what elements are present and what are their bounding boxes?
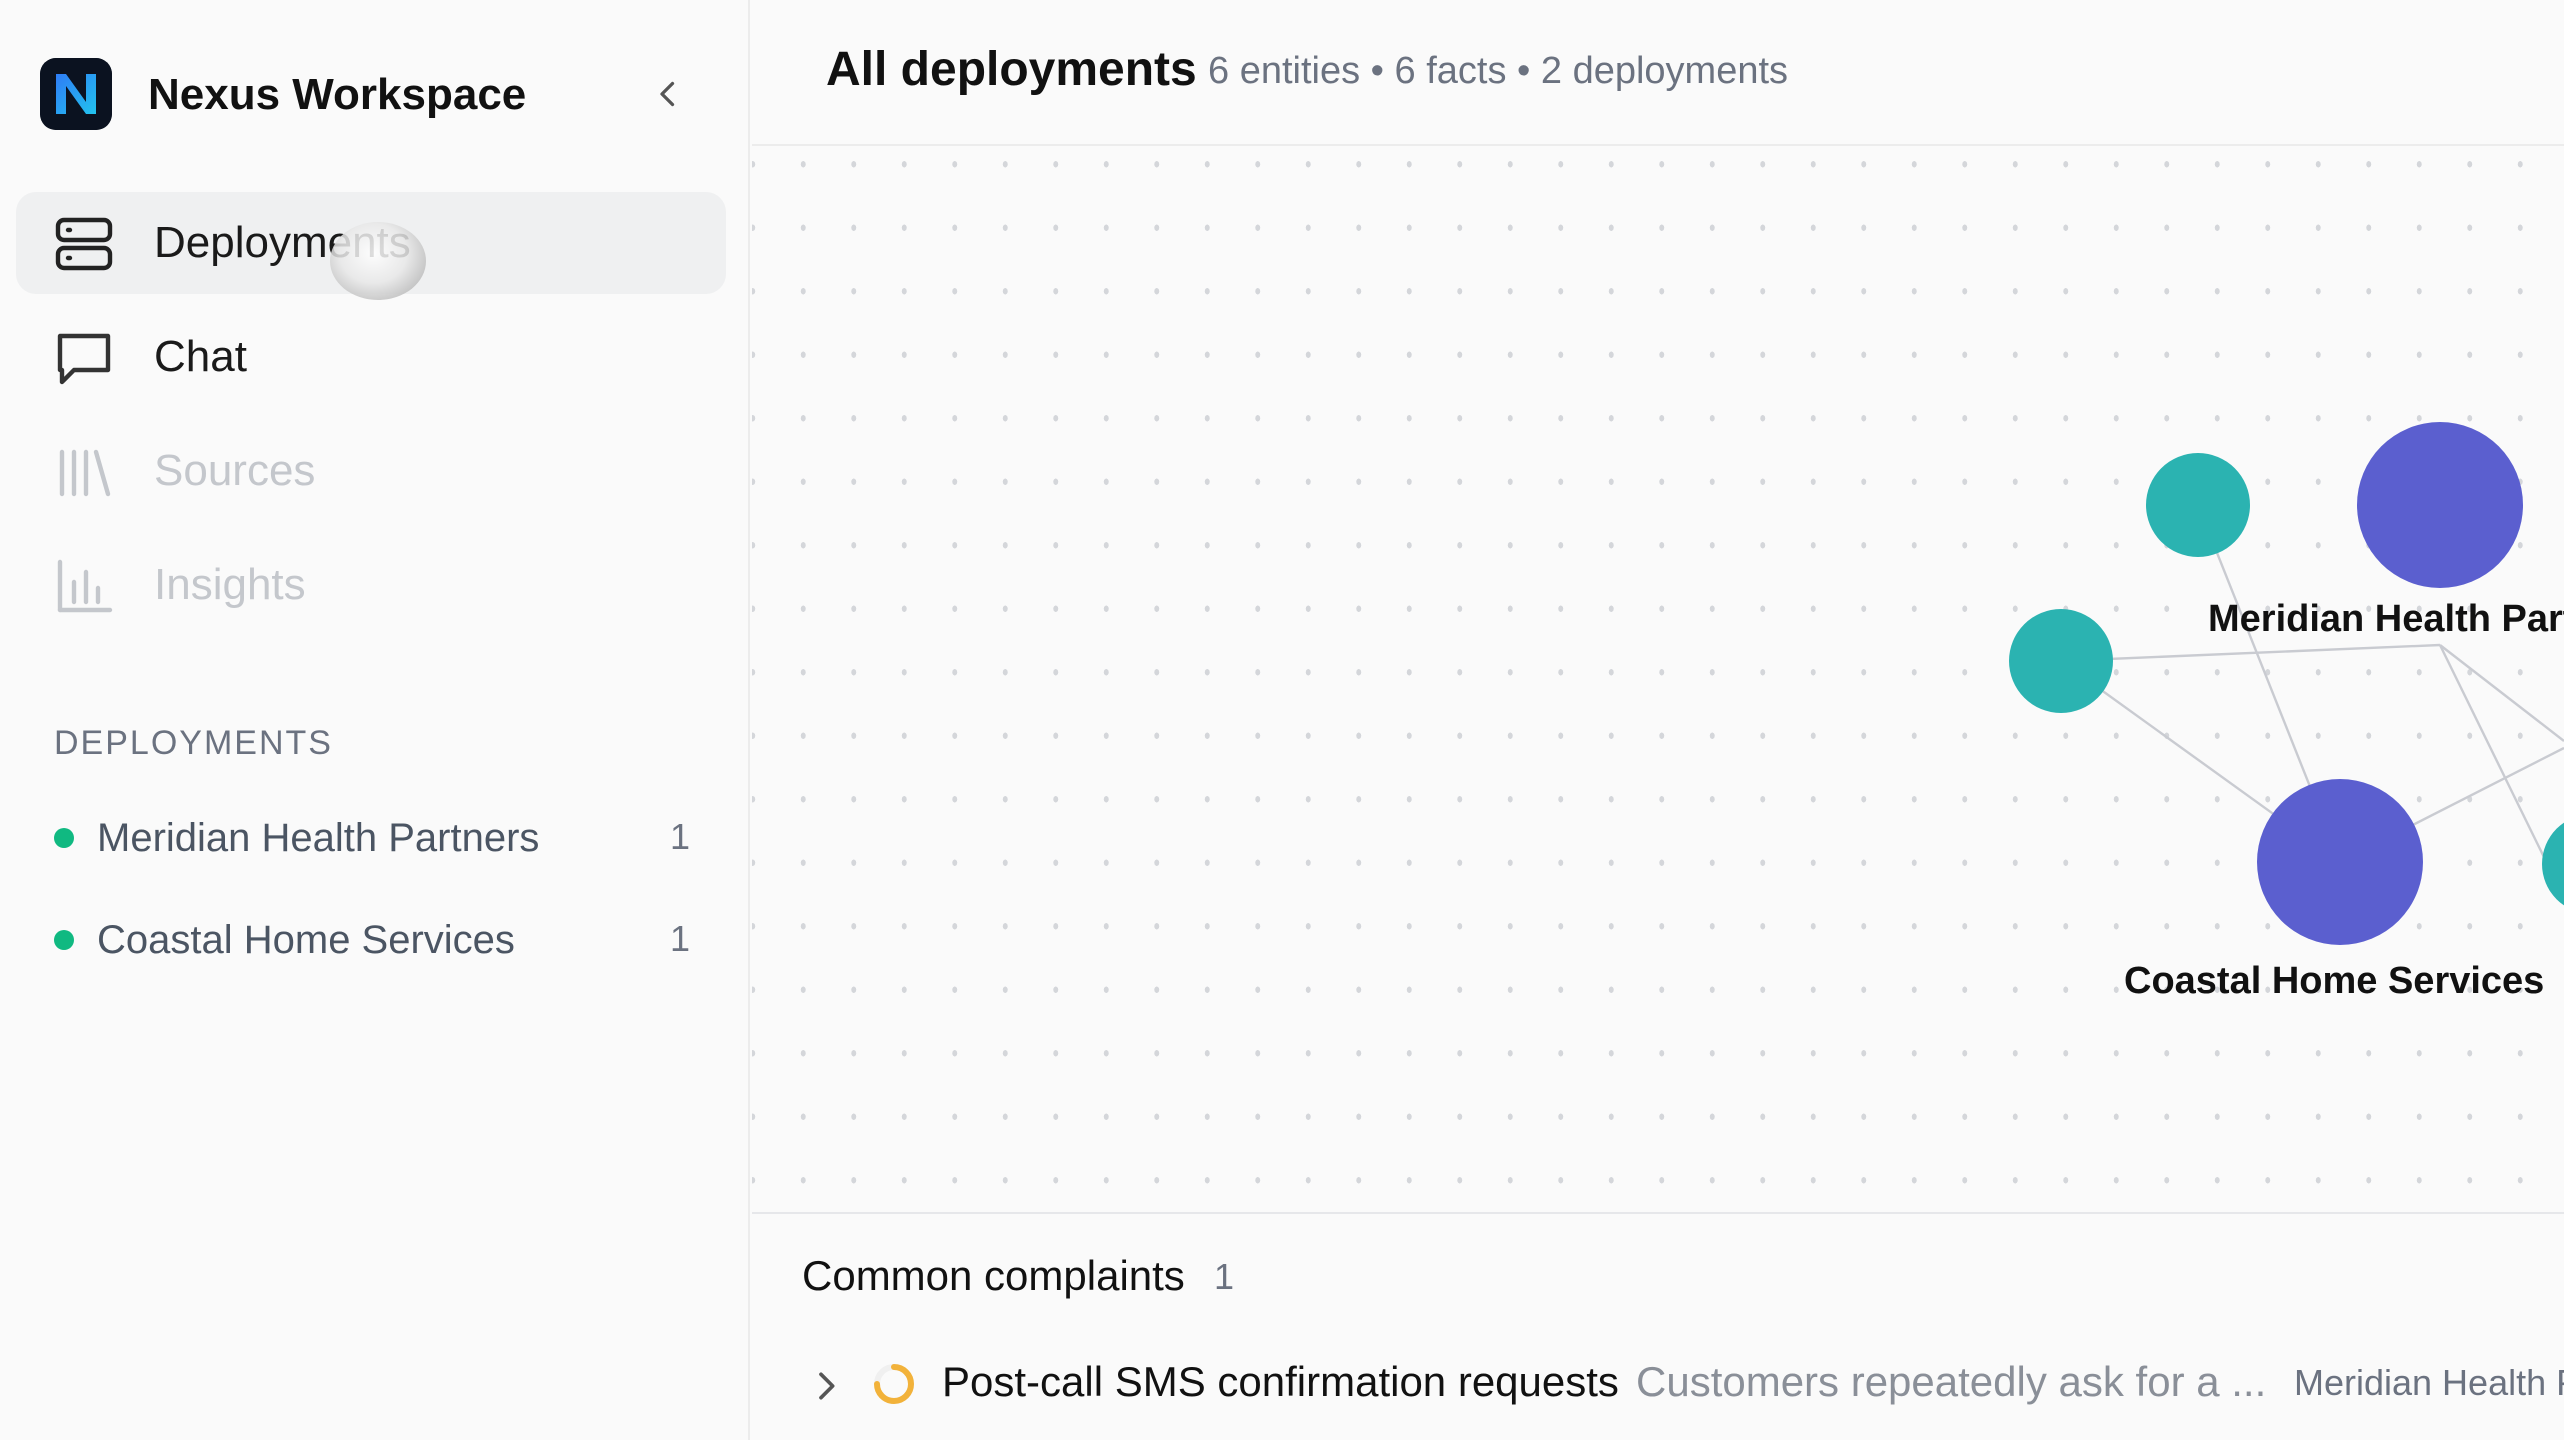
deployment-label: Meridian Health Partners	[97, 816, 540, 860]
chevron-right-icon[interactable]	[806, 1366, 846, 1406]
complaint-row[interactable]: Post-call SMS confirmation requests Cust…	[752, 1346, 2564, 1430]
deployments-section-title: DEPLOYMENTS	[54, 724, 333, 762]
graph-edge	[2060, 643, 2441, 663]
complaints-title: Common complaints	[802, 1252, 1185, 1299]
nav-label-insights: Insights	[154, 560, 306, 609]
complaints-count: 1	[1214, 1256, 1235, 1297]
deployment-count: 1	[669, 918, 690, 959]
nav-item-chat[interactable]: Chat	[16, 306, 726, 408]
node-label-meridian: Meridian Health Partners	[2208, 598, 2564, 640]
nav-label-deployments: Deployments	[154, 218, 411, 267]
complaint-title: Post-call SMS confirmation requests	[942, 1358, 1619, 1405]
entity-node[interactable]	[2542, 814, 2564, 914]
graph-edge	[2439, 644, 2564, 742]
graph-canvas[interactable]: Meridian Health Partners Coastal Home Se…	[752, 148, 2564, 1214]
complaint-deployment: Meridian Health Partners	[2294, 1362, 2564, 1403]
page-stats: 6 entities • 6 facts • 2 deployments	[1208, 50, 1789, 92]
library-icon	[59, 449, 111, 497]
common-complaints-panel: Common complaints 1 Post-call SMS confir…	[752, 1216, 2564, 1440]
deployment-item-meridian[interactable]: Meridian Health Partners 1	[40, 800, 700, 902]
entity-node[interactable]	[2009, 609, 2113, 713]
deployment-node-meridian[interactable]	[2357, 422, 2523, 588]
deployment-label: Coastal Home Services	[97, 918, 515, 962]
sidebar: Nexus Workspace Deployments Chat Sources…	[0, 0, 750, 1440]
nav-item-deployments[interactable]: Deployments	[16, 192, 726, 294]
complaint-description: Customers repeatedly ask for a ...	[1636, 1358, 2267, 1405]
main-panel: All deployments 6 entities • 6 facts • 2…	[752, 0, 2564, 1440]
workspace-name: Nexus Workspace	[148, 70, 527, 119]
page-header: All deployments 6 entities • 6 facts • 2…	[752, 0, 2564, 146]
nav-item-sources[interactable]: Sources	[16, 420, 726, 522]
workspace-header: Nexus Workspace	[40, 56, 700, 132]
bar-chart-icon	[57, 559, 113, 613]
nav-label-chat: Chat	[154, 332, 247, 381]
deployments-list: Meridian Health Partners 1 Coastal Home …	[40, 800, 700, 1004]
workspace-logo	[40, 58, 112, 130]
deployment-count: 1	[669, 816, 690, 857]
main-nav: Deployments Chat Sources Insights	[16, 192, 726, 648]
nav-label-sources: Sources	[154, 446, 316, 495]
chevron-left-icon	[660, 81, 675, 107]
status-dot	[54, 828, 74, 848]
entity-node[interactable]	[2146, 453, 2250, 557]
knowledge-graph	[2009, 422, 2564, 945]
node-label-coastal: Coastal Home Services	[2124, 960, 2545, 1002]
status-dot	[54, 930, 74, 950]
page-title: All deployments	[826, 43, 1197, 96]
deployment-node-coastal[interactable]	[2257, 779, 2423, 945]
deployment-item-coastal[interactable]: Coastal Home Services 1	[40, 902, 700, 1004]
nav-item-insights[interactable]: Insights	[16, 534, 726, 636]
collapse-sidebar-button[interactable]	[640, 66, 696, 122]
server-stack-icon	[55, 217, 113, 271]
loading-spinner-icon	[874, 1364, 914, 1404]
chat-bubble-icon	[57, 333, 111, 385]
